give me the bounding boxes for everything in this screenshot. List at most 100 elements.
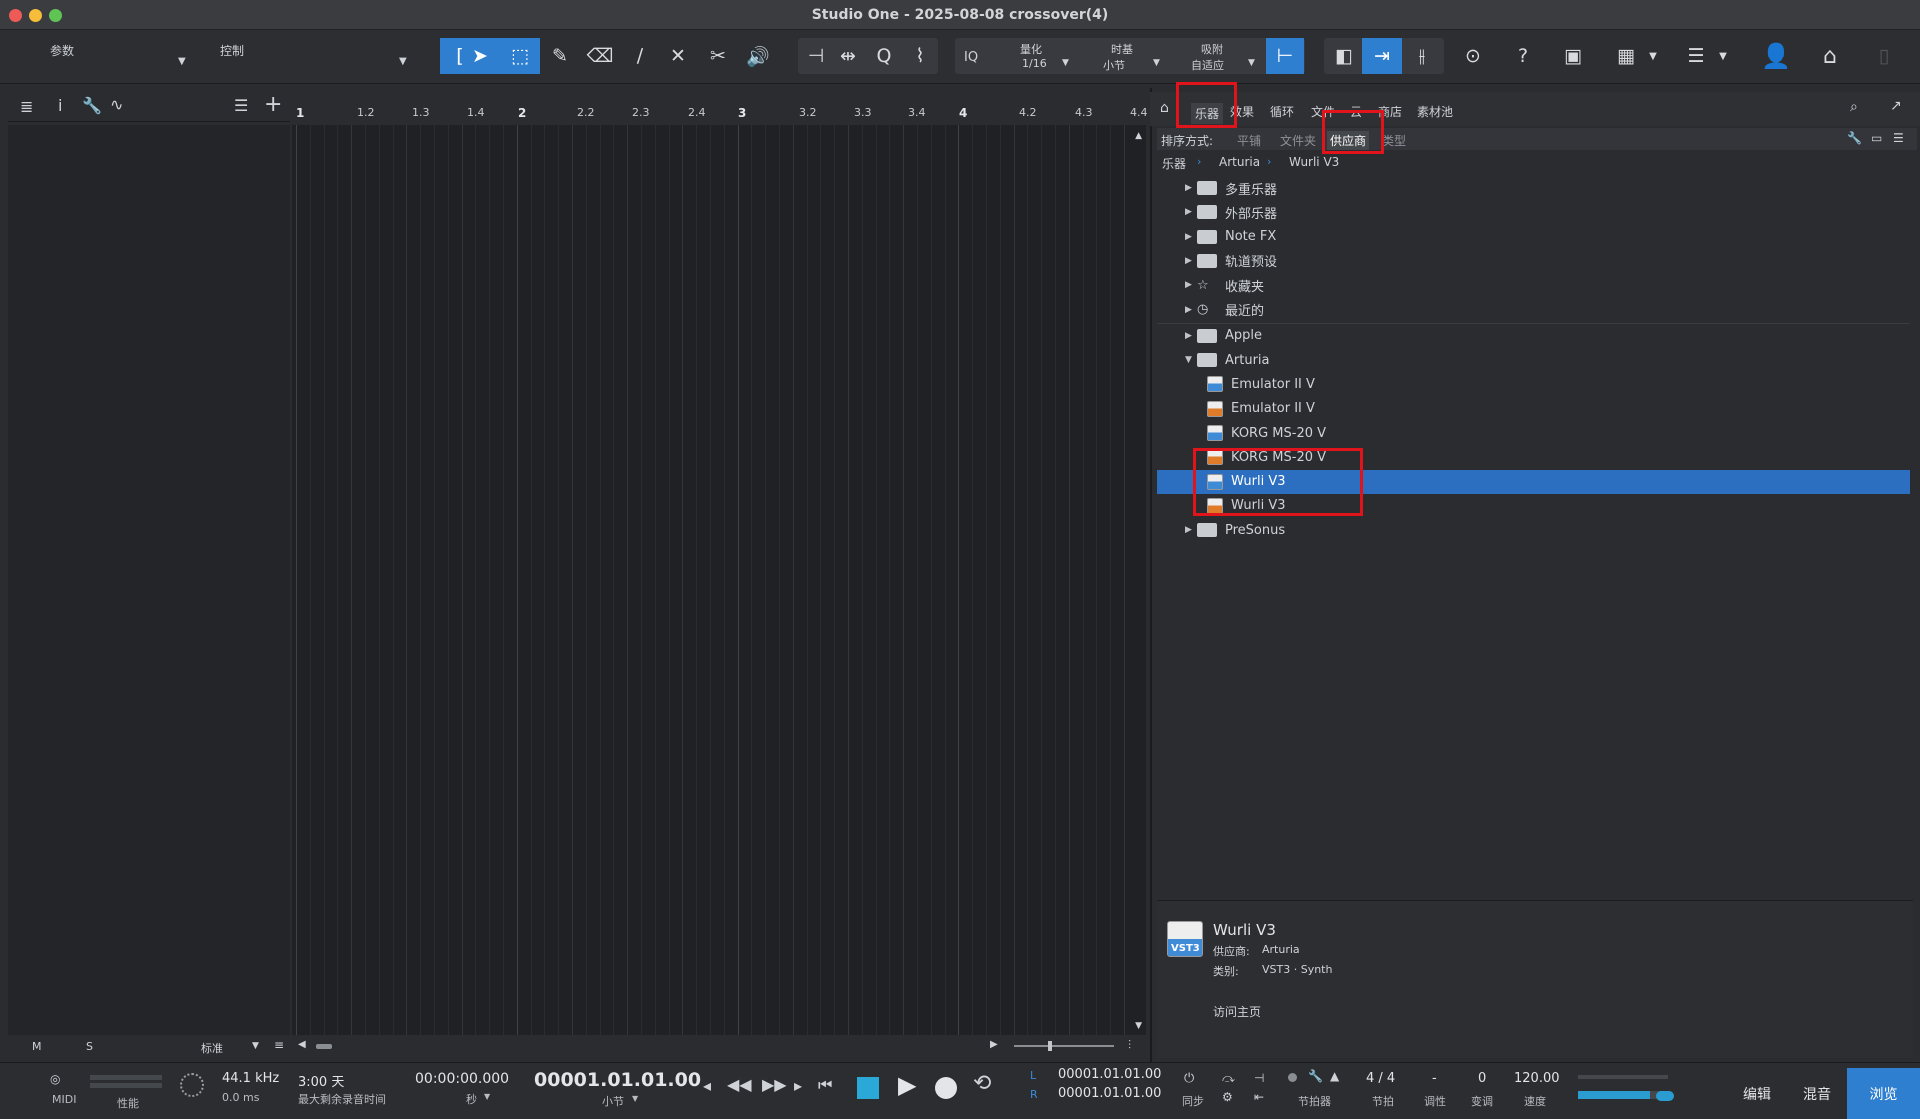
- breadcrumb-item[interactable]: 乐器: [1162, 155, 1186, 172]
- split-view-icon[interactable]: ⫲: [1404, 38, 1440, 74]
- focus-icon[interactable]: ⊙: [1455, 38, 1491, 74]
- folder-note-fx[interactable]: ▶ Note FX: [1157, 225, 1910, 249]
- vendor-arturia[interactable]: ▼ Arturia: [1157, 348, 1910, 372]
- zoom-slider-handle[interactable]: [1048, 1041, 1052, 1051]
- scroll-thumb[interactable]: [316, 1044, 332, 1049]
- collapsed-triangle-icon[interactable]: ▶: [1185, 256, 1197, 266]
- bend-marker-icon[interactable]: ⊣: [798, 38, 834, 74]
- bars-label[interactable]: 小节: [602, 1093, 624, 1109]
- home-icon[interactable]: ⌂: [1812, 38, 1848, 74]
- video-icon[interactable]: ▣: [1555, 38, 1591, 74]
- info-icon[interactable]: i: [58, 96, 62, 115]
- breadcrumb-item[interactable]: Wurli V3: [1289, 155, 1339, 169]
- list-view-icon[interactable]: ☰: [1893, 131, 1904, 145]
- scroll-down-icon[interactable]: ▼: [1135, 1021, 1142, 1031]
- metronome-toggle[interactable]: [1656, 1091, 1674, 1101]
- punch-icon[interactable]: ⊣: [1254, 1071, 1264, 1085]
- automation-icon[interactable]: ∿: [110, 95, 123, 114]
- collapsed-triangle-icon[interactable]: ▶: [1185, 232, 1197, 242]
- arrow-tool-icon[interactable]: ➤: [462, 38, 498, 74]
- loop-start[interactable]: 00001.01.01.00: [1058, 1067, 1161, 1082]
- loop-end[interactable]: 00001.01.01.00: [1058, 1086, 1161, 1101]
- iq-button[interactable]: IQ: [964, 50, 978, 65]
- menu-icon[interactable]: ≡: [274, 1038, 284, 1052]
- collapsed-triangle-icon[interactable]: ▶: [1185, 331, 1197, 341]
- track-height-mode[interactable]: 标准: [201, 1040, 223, 1056]
- collapsed-triangle-icon[interactable]: ▶: [1185, 183, 1197, 193]
- scroll-left-icon[interactable]: ◀: [298, 1039, 306, 1050]
- zoom-slider[interactable]: [1014, 1045, 1114, 1047]
- folder-track-presets[interactable]: ▶ 轨道预设: [1157, 249, 1910, 273]
- tab-loops[interactable]: 循环: [1270, 103, 1294, 120]
- track-list[interactable]: [8, 125, 290, 1035]
- folder-recent[interactable]: ▶ ◷ 最近的: [1157, 298, 1910, 322]
- home-icon[interactable]: ⌂: [1160, 100, 1169, 116]
- wrench-icon[interactable]: 🔧: [82, 96, 102, 115]
- timeline-ruler[interactable]: 1 1.2 1.3 1.4 2 2.2 2.3 2.4 3 3.2 3.3 3.4 4 4.2 4.3 4.4: [292, 92, 1148, 125]
- scroll-right-icon[interactable]: ▶: [990, 1039, 998, 1050]
- groove-icon[interactable]: ⌇: [902, 38, 938, 74]
- time-signature[interactable]: 4 / 4: [1366, 1071, 1395, 1086]
- scroll-up-icon[interactable]: ▲: [1135, 131, 1142, 141]
- settings-icon[interactable]: ⚙: [1222, 1090, 1233, 1104]
- precount-icon[interactable]: ⤼: [1222, 1071, 1235, 1086]
- track-list-icon[interactable]: ☰: [234, 96, 248, 115]
- stop-button[interactable]: [857, 1077, 879, 1099]
- range-tool-icon[interactable]: ⬚: [502, 38, 538, 74]
- play-button[interactable]: ▶: [898, 1071, 916, 1099]
- vendor-apple[interactable]: ▶ Apple: [1157, 324, 1910, 348]
- quantize-icon[interactable]: Q: [866, 38, 902, 74]
- sort-type[interactable]: 类型: [1382, 132, 1406, 149]
- fast-forward-icon[interactable]: ▶▶: [762, 1075, 787, 1094]
- paint-tool-icon[interactable]: ∕: [622, 38, 658, 74]
- vendor-presonus[interactable]: ▶ PreSonus: [1157, 518, 1910, 542]
- solo-all-button[interactable]: S: [86, 1040, 93, 1053]
- folder-favorites[interactable]: ▶ ☆ 收藏夹: [1157, 273, 1910, 297]
- tab-pool[interactable]: 素材池: [1417, 103, 1453, 120]
- time-bars[interactable]: 00001.01.01.00: [534, 1069, 701, 1091]
- plugin-emulator-vst3[interactable]: Emulator II V: [1157, 372, 1910, 396]
- rewind-icon[interactable]: ◀◀: [727, 1075, 752, 1094]
- control-dropdown[interactable]: 控制 ▼: [210, 30, 415, 84]
- sort-folder[interactable]: 文件夹: [1280, 132, 1316, 149]
- folder-external-instruments[interactable]: ▶ 外部乐器: [1157, 200, 1910, 224]
- key-value[interactable]: -: [1432, 1071, 1437, 1086]
- loop-end-icon[interactable]: ▸: [794, 1076, 802, 1095]
- seconds-label[interactable]: 秒: [466, 1091, 477, 1107]
- expanded-triangle-icon[interactable]: ▼: [1185, 355, 1197, 365]
- eraser-tool-icon[interactable]: ⌫: [582, 38, 618, 74]
- insert-arrow-icon[interactable]: ⇥: [1362, 38, 1402, 74]
- horizontal-scroll[interactable]: ◀ ▶ ⫶: [292, 1035, 1146, 1057]
- mute-all-button[interactable]: M: [32, 1040, 42, 1053]
- tempo-value[interactable]: 120.00: [1514, 1071, 1560, 1086]
- left-panel-icon[interactable]: ◧: [1326, 38, 1362, 74]
- params-dropdown[interactable]: 参数 ▼: [0, 30, 210, 84]
- plugin-emulator-au[interactable]: Emulator II V: [1157, 397, 1910, 421]
- help-icon[interactable]: ?: [1505, 38, 1541, 74]
- mix-view-button[interactable]: 混音: [1787, 1068, 1847, 1119]
- return-to-start-icon[interactable]: ⏮: [818, 1075, 832, 1095]
- split-tool-icon[interactable]: ✂: [700, 38, 736, 74]
- collapsed-triangle-icon[interactable]: ▶: [1185, 207, 1197, 217]
- time-seconds[interactable]: 00:00:00.000: [415, 1071, 509, 1087]
- wrench-icon[interactable]: 🔧: [1847, 131, 1862, 145]
- chevron-down-icon[interactable]: ▼: [1705, 38, 1741, 74]
- zoom-menu-icon[interactable]: ⫶: [1128, 1038, 1131, 1053]
- chevron-down-icon[interactable]: ▼: [1635, 38, 1671, 74]
- pencil-tool-icon[interactable]: ✎: [542, 38, 578, 74]
- quantize-dropdown[interactable]: 量化 1/16 ▼: [1000, 38, 1090, 74]
- add-track-icon[interactable]: +: [264, 92, 282, 117]
- preroll-icon[interactable]: ⇤: [1254, 1090, 1264, 1104]
- visit-homepage-link[interactable]: 访问主页: [1213, 1003, 1261, 1020]
- arrangement-canvas[interactable]: ▲ ▼: [292, 125, 1146, 1035]
- sort-flat[interactable]: 平铺: [1237, 132, 1261, 149]
- collapsed-triangle-icon[interactable]: ▶: [1185, 525, 1197, 535]
- window-icon[interactable]: ▭: [1871, 131, 1882, 145]
- collapsed-triangle-icon[interactable]: ▶: [1185, 280, 1197, 290]
- snap-toggle-icon[interactable]: ⊢: [1266, 38, 1304, 74]
- metronome-dot-icon[interactable]: [1288, 1073, 1297, 1082]
- wrench-icon[interactable]: 🔧: [1308, 1069, 1323, 1083]
- timebase-dropdown[interactable]: 时基 小节 ▼: [1095, 38, 1185, 74]
- metronome-icon[interactable]: ▲: [1330, 1069, 1339, 1083]
- collapsed-triangle-icon[interactable]: ▶: [1185, 305, 1197, 315]
